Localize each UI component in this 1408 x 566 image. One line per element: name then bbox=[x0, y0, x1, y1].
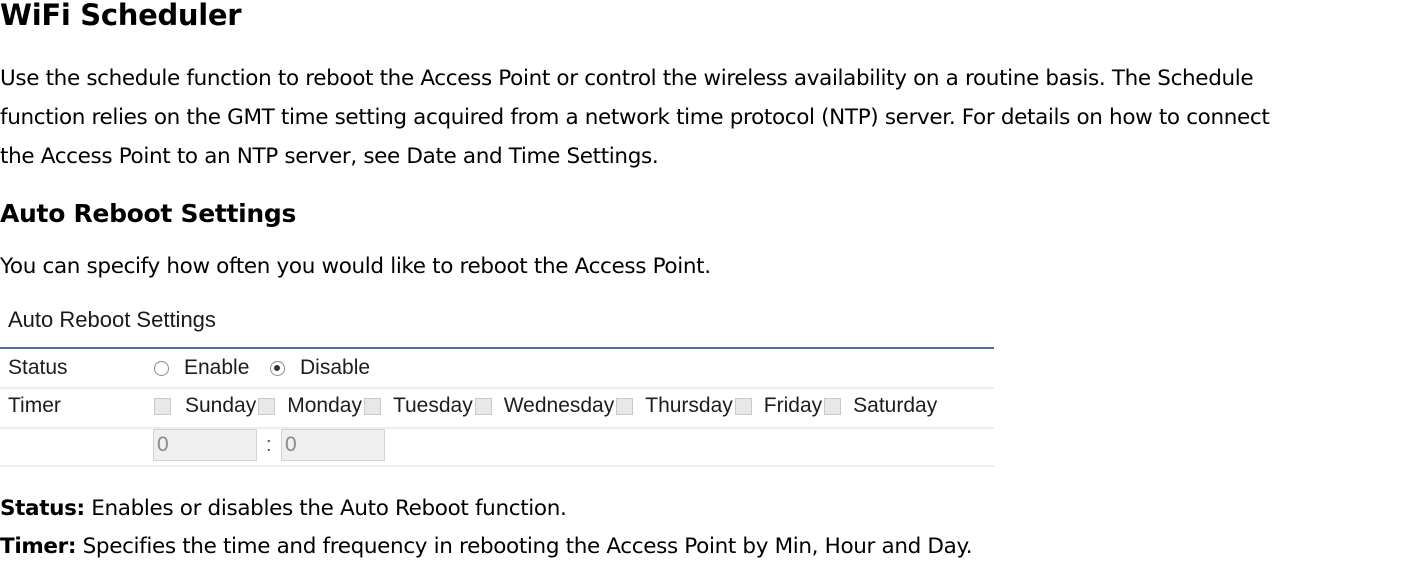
day-wednesday[interactable]: Wednesday bbox=[473, 393, 615, 419]
intro-paragraph: Use the schedule function to reboot the … bbox=[0, 59, 1270, 176]
time-row: : bbox=[0, 427, 994, 467]
enable-label: Enable bbox=[184, 356, 250, 379]
timer-definition: Specifies the time and frequency in rebo… bbox=[76, 534, 973, 559]
intro-line: Use the schedule function to reboot the … bbox=[0, 66, 1254, 91]
status-description: Status: Enables or disables the Auto Reb… bbox=[0, 490, 567, 528]
status-enable-option[interactable]: Enable bbox=[154, 355, 249, 381]
wednesday-checkbox[interactable] bbox=[474, 397, 492, 415]
intro-line: the Access Point to an NTP server, see D… bbox=[0, 144, 659, 169]
intro-line: function relies on the GMT time setting … bbox=[0, 105, 1270, 130]
timer-term: Timer: bbox=[0, 534, 77, 559]
panel-title: Auto Reboot Settings bbox=[8, 307, 216, 332]
status-disable-option[interactable]: Disable bbox=[270, 355, 370, 381]
day-checkbox-group: Sunday Monday Tuesday Wednesday Thursday… bbox=[154, 393, 937, 419]
saturday-label: Saturday bbox=[853, 394, 938, 417]
section-intro: You can specify how often you would like… bbox=[0, 254, 711, 279]
status-row: Status Enable Disable bbox=[0, 349, 994, 389]
page-title: WiFi Scheduler bbox=[0, 0, 242, 32]
monday-label: Monday bbox=[287, 394, 362, 417]
disable-label: Disable bbox=[300, 356, 371, 379]
sunday-checkbox[interactable] bbox=[154, 397, 171, 415]
sunday-label: Sunday bbox=[185, 394, 257, 417]
tuesday-label: Tuesday bbox=[392, 394, 473, 417]
timer-label: Timer bbox=[8, 394, 61, 417]
hour-input[interactable] bbox=[153, 429, 257, 461]
thursday-label: Thursday bbox=[645, 394, 733, 417]
day-monday[interactable]: Monday bbox=[256, 393, 362, 419]
timer-description: Timer: Specifies the time and frequency … bbox=[0, 528, 973, 566]
status-term: Status: bbox=[0, 496, 85, 521]
tuesday-checkbox[interactable] bbox=[363, 397, 381, 415]
status-definition: Enables or disables the Auto Reboot func… bbox=[84, 496, 567, 521]
wednesday-label: Wednesday bbox=[503, 394, 615, 417]
thursday-checkbox[interactable] bbox=[616, 397, 634, 415]
auto-reboot-settings-panel: Auto Reboot Settings Status Enable Disab… bbox=[0, 300, 994, 468]
friday-checkbox[interactable] bbox=[734, 397, 752, 415]
friday-label: Friday bbox=[763, 394, 823, 417]
saturday-checkbox[interactable] bbox=[824, 397, 842, 415]
monday-checkbox[interactable] bbox=[258, 397, 276, 415]
disable-radio[interactable] bbox=[270, 360, 285, 376]
time-separator: : bbox=[266, 434, 272, 456]
day-tuesday[interactable]: Tuesday bbox=[362, 393, 473, 419]
enable-radio[interactable] bbox=[154, 360, 169, 376]
day-saturday[interactable]: Saturday bbox=[822, 393, 937, 419]
timer-row: Timer Sunday Monday Tuesday Wednesday Th… bbox=[0, 389, 994, 429]
minute-input[interactable] bbox=[281, 429, 385, 461]
day-thursday[interactable]: Thursday bbox=[614, 393, 733, 419]
day-sunday[interactable]: Sunday bbox=[154, 393, 256, 419]
status-label: Status bbox=[8, 356, 68, 379]
day-friday[interactable]: Friday bbox=[733, 393, 822, 419]
section-heading: Auto Reboot Settings bbox=[0, 199, 297, 228]
